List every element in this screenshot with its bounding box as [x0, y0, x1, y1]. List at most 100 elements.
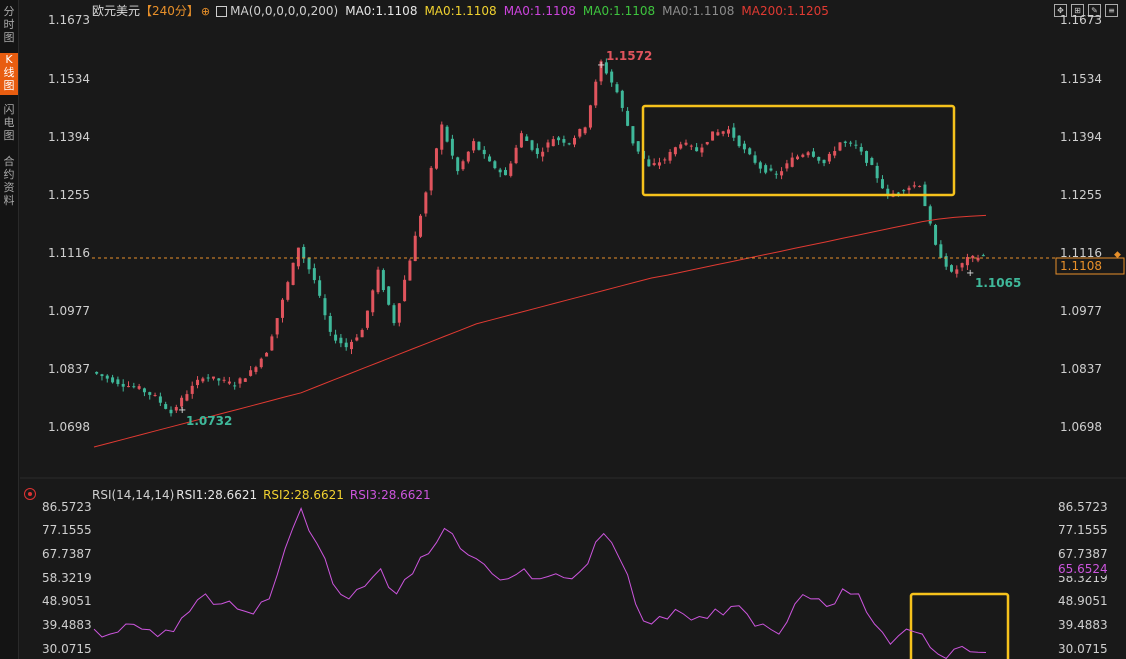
rsi-right-tick: 48.9051: [1058, 594, 1108, 608]
candle-body: [875, 165, 879, 179]
candle-body: [705, 141, 709, 145]
candle-body: [355, 337, 359, 341]
candle-body: [610, 71, 614, 83]
candle-body: [530, 140, 534, 150]
rsi-left-tick: 39.4883: [42, 618, 92, 632]
candle-body: [424, 192, 428, 214]
candle-body: [233, 385, 237, 387]
candle-body: [360, 330, 364, 338]
candle-body: [769, 168, 773, 171]
candle-body: [907, 187, 911, 191]
candle-body: [657, 162, 661, 166]
candle-body: [790, 157, 794, 167]
candle-body: [482, 149, 486, 155]
candle-body: [562, 139, 566, 143]
candle-body: [519, 133, 523, 148]
candle-body: [546, 142, 550, 148]
candle-body: [567, 143, 571, 145]
candle-body: [721, 131, 725, 134]
candle-body: [111, 377, 115, 383]
candle-body: [711, 131, 715, 141]
candle-body: [573, 137, 577, 145]
candle-body: [222, 379, 226, 381]
candle-body: [243, 378, 247, 382]
candlestick-series: [95, 58, 985, 417]
candle-body: [450, 138, 454, 156]
rsi-current-value: 65.6524: [1058, 562, 1108, 576]
candle-body: [896, 192, 900, 194]
candle-body: [647, 159, 651, 167]
candle-body: [732, 127, 736, 138]
candle-body: [503, 169, 507, 176]
candle-body: [339, 337, 343, 344]
left-tick: 1.1673: [48, 13, 90, 27]
left-tick: 1.1116: [48, 246, 90, 260]
candle-body: [912, 185, 916, 187]
candle-body: [822, 159, 826, 164]
rsi-right-tick: 30.0715: [1058, 642, 1108, 656]
candle-body: [344, 342, 348, 348]
candle-body: [902, 190, 906, 192]
candle-body: [748, 148, 752, 155]
right-tick: 1.1534: [1060, 72, 1102, 86]
candle-body: [870, 158, 874, 165]
candle-body: [148, 392, 152, 395]
candle-body: [265, 352, 269, 357]
rsi2-value: RSI2:28.6621: [263, 488, 344, 502]
rsi-highlight-box: [909, 592, 1010, 659]
candle-body: [249, 370, 253, 376]
rsi-right-tick: 86.5723: [1058, 500, 1108, 514]
indicator-visibility-icon[interactable]: [24, 488, 36, 500]
candle-body: [259, 358, 263, 368]
rsi-left-tick: 30.0715: [42, 642, 92, 656]
candle-body: [286, 282, 290, 300]
candle-body: [854, 144, 858, 146]
candle-body: [312, 268, 316, 281]
candle-body: [100, 374, 104, 377]
candle-body: [652, 163, 656, 166]
candle-body: [955, 269, 959, 274]
candle-body: [960, 263, 964, 268]
candle-body: [461, 161, 465, 170]
candle-body: [429, 167, 433, 191]
candle-body: [758, 162, 762, 169]
recent-low-label: 1.1065: [975, 276, 1021, 290]
rsi-line: [93, 507, 987, 659]
candle-body: [307, 257, 311, 270]
candle-body: [158, 396, 162, 403]
recent-low-marker-icon: +: [966, 268, 974, 279]
candle-body: [238, 378, 242, 384]
candle-body: [578, 128, 582, 137]
candle-body: [296, 247, 300, 267]
candle-body: [557, 137, 561, 141]
candle-body: [737, 135, 741, 147]
rsi-left-tick: 48.9051: [42, 594, 92, 608]
rsi-params: RSI(14,14,14): [92, 488, 175, 502]
right-tick: 1.0698: [1060, 420, 1102, 434]
candle-body: [843, 141, 847, 143]
candle-body: [716, 132, 720, 136]
candle-body: [291, 262, 295, 285]
rsi-right-tick: 77.1555: [1058, 523, 1108, 537]
candle-body: [780, 171, 784, 176]
candle-body: [700, 147, 704, 153]
candle-body: [742, 143, 746, 150]
candle-body: [827, 153, 831, 162]
candle-body: [127, 386, 131, 388]
candle-body: [493, 161, 497, 169]
candle-body: [142, 388, 146, 393]
candle-body: [801, 154, 805, 157]
candle-body: [227, 381, 231, 384]
candle-body: [466, 151, 470, 162]
candle-body: [413, 235, 417, 262]
candle-body: [164, 404, 168, 409]
candle-body: [403, 279, 407, 302]
candle-body: [509, 163, 513, 176]
candle-body: [397, 303, 401, 323]
right-tick: 1.1255: [1060, 188, 1102, 202]
price-chart[interactable]: 1.1673 1.1534 1.1394 1.1255 1.1116 1.097…: [0, 0, 1126, 659]
candle-body: [684, 142, 688, 145]
ma200-line: [93, 214, 987, 448]
candle-body: [201, 378, 205, 382]
candle-body: [668, 151, 672, 161]
